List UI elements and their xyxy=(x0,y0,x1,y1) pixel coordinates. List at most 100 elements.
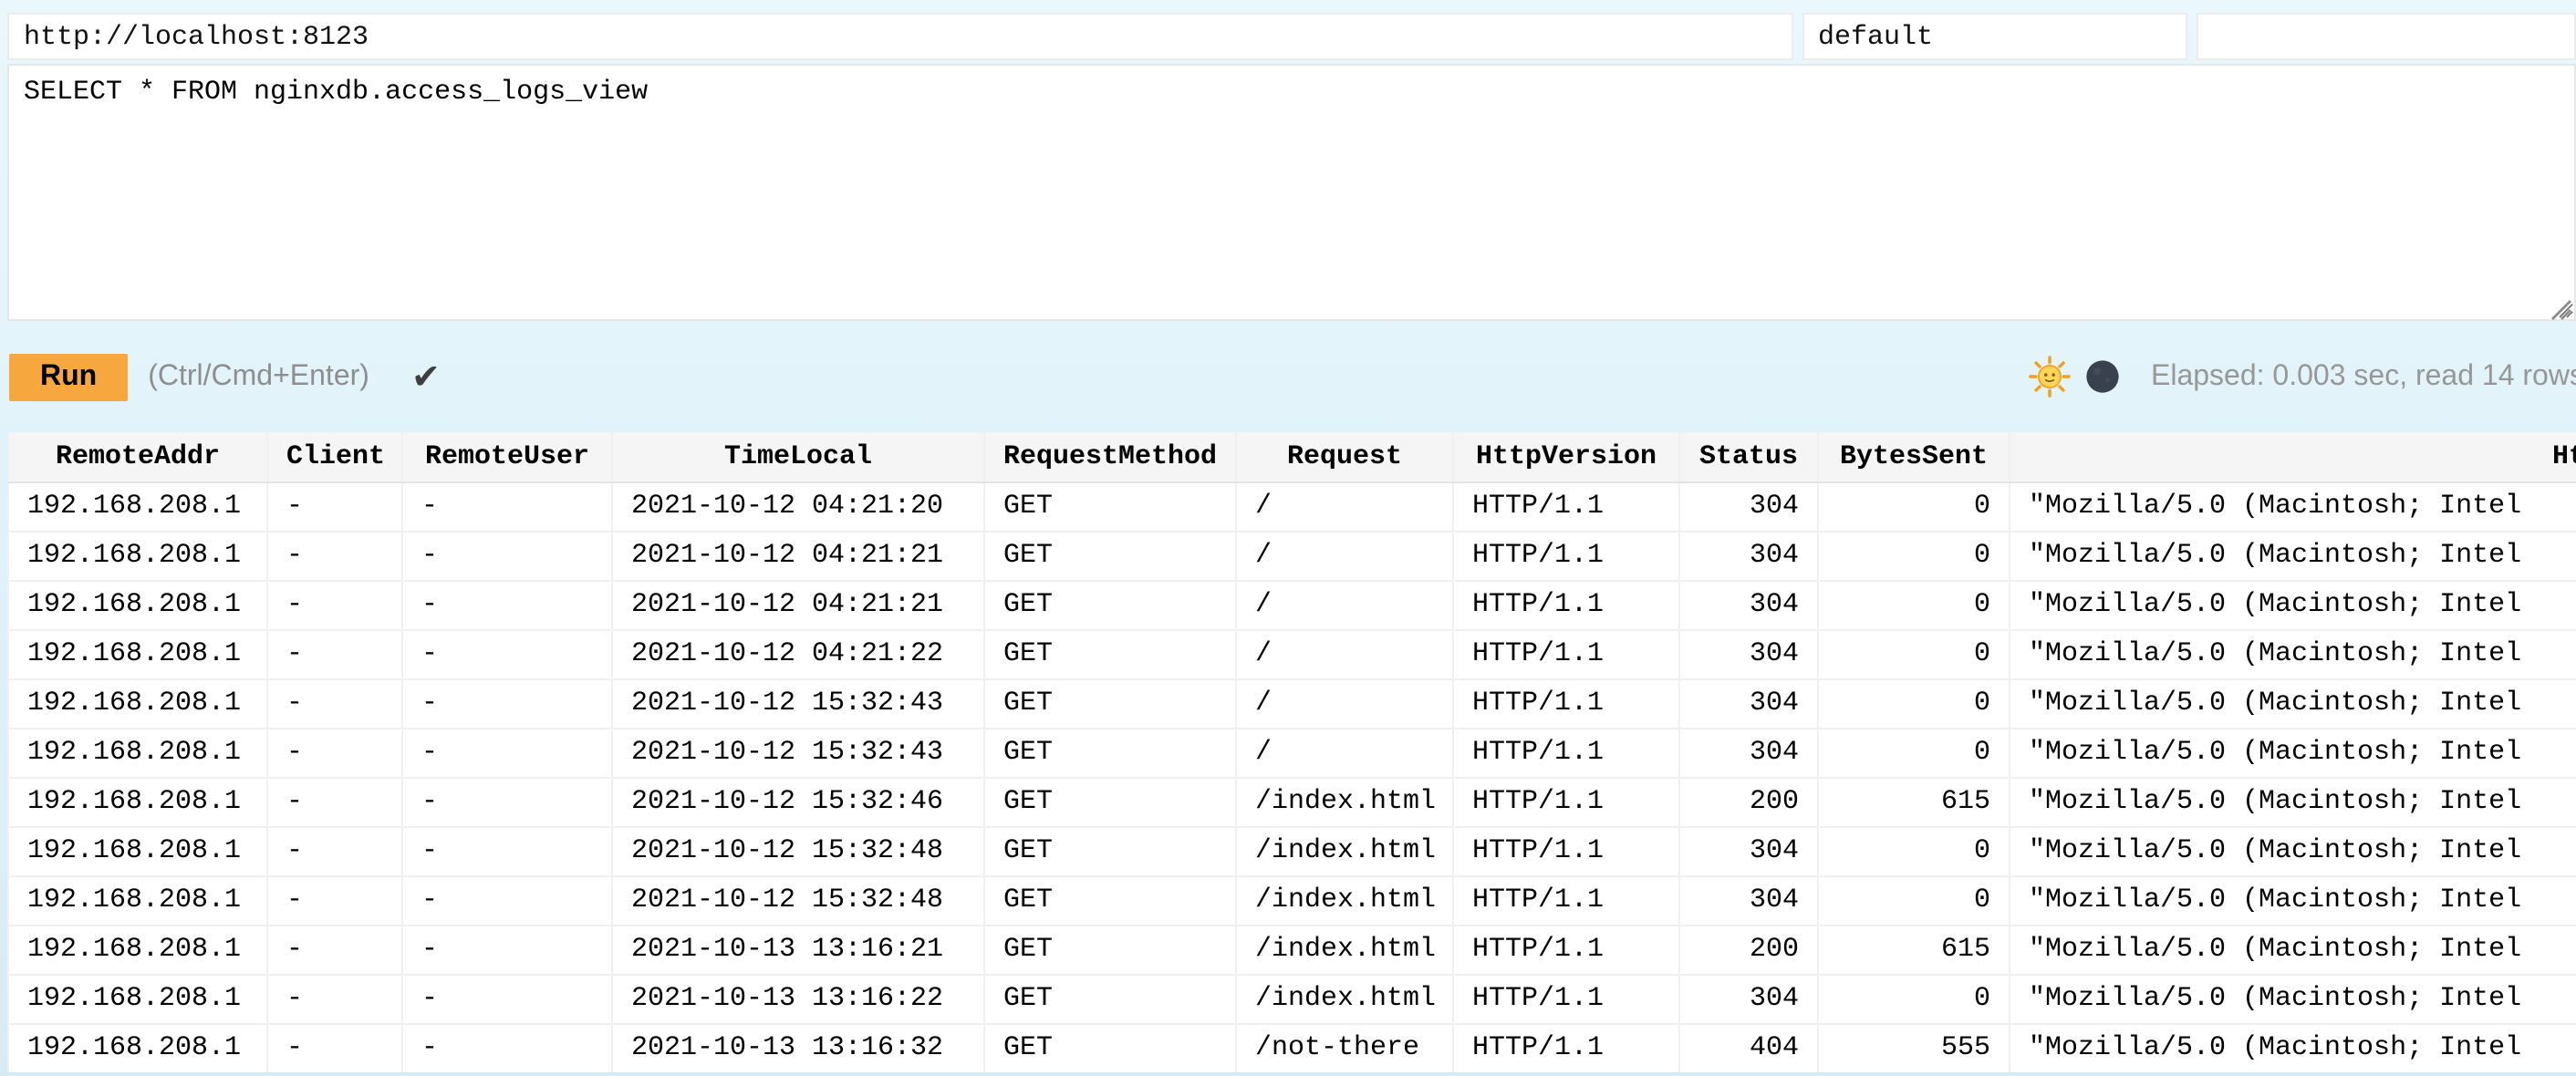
cell-status: 304 xyxy=(1679,481,1818,531)
user-input[interactable] xyxy=(1802,13,2187,60)
cell-status: 304 xyxy=(1679,531,1818,580)
cell-bytessent: 0 xyxy=(1818,678,2010,728)
cell-bytessent: 615 xyxy=(1818,777,2010,826)
cell-remoteuser: - xyxy=(402,629,612,678)
cell-httpversion: HTTP/1.1 xyxy=(1453,531,1679,580)
success-check-icon: ✔ xyxy=(411,357,441,397)
cell-httpversion: HTTP/1.1 xyxy=(1453,925,1679,974)
column-header-httpversion: HttpVersion xyxy=(1453,432,1679,481)
column-header-request: Request xyxy=(1236,432,1453,481)
table-row: 192.168.208.1--2021-10-13 13:16:22GET/in… xyxy=(8,974,2576,1023)
run-button[interactable]: Run xyxy=(9,353,128,400)
toolbar: Run (Ctrl/Cmd+Enter) ✔ Elap xyxy=(0,321,2576,432)
cell-requestmethod: GET xyxy=(984,974,1236,1023)
cell-httpuseragent: "Mozilla/5.0 (Macintosh; Intel xyxy=(2010,777,2576,826)
cell-client: - xyxy=(267,925,402,974)
cell-bytessent: 555 xyxy=(1818,1023,2010,1072)
cell-status: 304 xyxy=(1679,826,1818,875)
cell-bytessent: 615 xyxy=(1818,925,2010,974)
cell-timelocal: 2021-10-12 15:32:43 xyxy=(612,728,984,777)
cell-requestmethod: GET xyxy=(984,531,1236,580)
cell-bytessent: 0 xyxy=(1818,531,2010,580)
cell-bytessent: 0 xyxy=(1818,974,2010,1023)
cell-request: /index.html xyxy=(1236,777,1453,826)
cell-status: 304 xyxy=(1679,875,1818,925)
cell-request: /index.html xyxy=(1236,875,1453,925)
connection-row xyxy=(7,13,2576,60)
cell-requestmethod: GET xyxy=(984,728,1236,777)
cell-remoteuser: - xyxy=(402,481,612,531)
table-row: 192.168.208.1--2021-10-12 04:21:20GET/HT… xyxy=(8,481,2576,531)
cell-httpuseragent: "Mozilla/5.0 (Macintosh; Intel xyxy=(2010,531,2576,580)
cell-httpversion: HTTP/1.1 xyxy=(1453,974,1679,1023)
cell-request: /not-there xyxy=(1236,1023,1453,1072)
cell-status: 304 xyxy=(1679,629,1818,678)
query-editor[interactable]: SELECT * FROM nginxdb.access_logs_view xyxy=(7,64,2576,321)
table-row: 192.168.208.1--2021-10-12 15:32:48GET/in… xyxy=(8,875,2576,925)
cell-bytessent: 0 xyxy=(1818,875,2010,925)
column-header-timelocal: TimeLocal xyxy=(612,432,984,481)
cell-timelocal: 2021-10-12 04:21:20 xyxy=(612,481,984,531)
table-row: 192.168.208.1--2021-10-13 13:16:21GET/in… xyxy=(8,925,2576,974)
cell-client: - xyxy=(267,974,402,1023)
cell-remoteuser: - xyxy=(402,1023,612,1072)
cell-httpuseragent: "Mozilla/5.0 (Macintosh; Intel xyxy=(2010,974,2576,1023)
cell-httpversion: HTTP/1.1 xyxy=(1453,826,1679,875)
cell-httpuseragent: "Mozilla/5.0 (Macintosh; Intel xyxy=(2010,481,2576,531)
cell-remoteuser: - xyxy=(402,531,612,580)
cell-remoteuser: - xyxy=(402,678,612,728)
cell-client: - xyxy=(267,629,402,678)
table-row: 192.168.208.1--2021-10-12 15:32:43GET/HT… xyxy=(8,678,2576,728)
cell-client: - xyxy=(267,678,402,728)
column-header-remoteuser: RemoteUser xyxy=(402,432,612,481)
cell-httpversion: HTTP/1.1 xyxy=(1453,629,1679,678)
cell-request: / xyxy=(1236,580,1453,629)
cell-status: 304 xyxy=(1679,728,1818,777)
cell-httpuseragent: "Mozilla/5.0 (Macintosh; Intel xyxy=(2010,826,2576,875)
cell-status: 200 xyxy=(1679,925,1818,974)
cell-httpuseragent: "Mozilla/5.0 (Macintosh; Intel xyxy=(2010,629,2576,678)
cell-remoteuser: - xyxy=(402,925,612,974)
table-row: 192.168.208.1--2021-10-12 04:21:21GET/HT… xyxy=(8,580,2576,629)
cell-remoteaddr: 192.168.208.1 xyxy=(8,481,267,531)
clickhouse-play-ui: SELECT * FROM nginxdb.access_logs_view R… xyxy=(0,0,2576,1076)
password-input[interactable] xyxy=(2197,13,2576,60)
cell-client: - xyxy=(267,481,402,531)
cell-client: - xyxy=(267,777,402,826)
cell-timelocal: 2021-10-12 15:32:48 xyxy=(612,875,984,925)
column-header-status: Status xyxy=(1679,432,1818,481)
cell-requestmethod: GET xyxy=(984,925,1236,974)
cell-remoteuser: - xyxy=(402,777,612,826)
cell-client: - xyxy=(267,826,402,875)
cell-status: 304 xyxy=(1679,678,1818,728)
cell-client: - xyxy=(267,1023,402,1072)
cell-httpversion: HTTP/1.1 xyxy=(1453,777,1679,826)
cell-httpversion: HTTP/1.1 xyxy=(1453,481,1679,531)
cell-httpuseragent: "Mozilla/5.0 (Macintosh; Intel xyxy=(2010,678,2576,728)
cell-httpuseragent: "Mozilla/5.0 (Macintosh; Intel xyxy=(2010,728,2576,777)
cell-timelocal: 2021-10-13 13:16:21 xyxy=(612,925,984,974)
shortcut-hint: (Ctrl/Cmd+Enter) xyxy=(148,360,369,393)
table-body: 192.168.208.1--2021-10-12 04:21:20GET/HT… xyxy=(8,481,2576,1072)
cell-bytessent: 0 xyxy=(1818,629,2010,678)
cell-request: / xyxy=(1236,728,1453,777)
cell-httpversion: HTTP/1.1 xyxy=(1453,875,1679,925)
column-header-bytessent: BytesSent xyxy=(1818,432,2010,481)
table-header-row: RemoteAddrClientRemoteUserTimeLocalReque… xyxy=(8,432,2576,481)
dark-theme-moon-icon[interactable] xyxy=(2082,356,2124,398)
cell-timelocal: 2021-10-13 13:16:32 xyxy=(612,1023,984,1072)
cell-remoteuser: - xyxy=(402,974,612,1023)
cell-remoteaddr: 192.168.208.1 xyxy=(8,925,267,974)
cell-remoteaddr: 192.168.208.1 xyxy=(8,580,267,629)
cell-requestmethod: GET xyxy=(984,580,1236,629)
cell-request: / xyxy=(1236,678,1453,728)
cell-remoteuser: - xyxy=(402,875,612,925)
column-header-requestmethod: RequestMethod xyxy=(984,432,1236,481)
server-url-input[interactable] xyxy=(7,13,1792,60)
cell-remoteaddr: 192.168.208.1 xyxy=(8,777,267,826)
light-theme-sun-icon[interactable] xyxy=(2029,356,2071,398)
cell-status: 200 xyxy=(1679,777,1818,826)
cell-bytessent: 0 xyxy=(1818,728,2010,777)
results-table: RemoteAddrClientRemoteUserTimeLocalReque… xyxy=(7,432,2576,1072)
cell-bytessent: 0 xyxy=(1818,580,2010,629)
